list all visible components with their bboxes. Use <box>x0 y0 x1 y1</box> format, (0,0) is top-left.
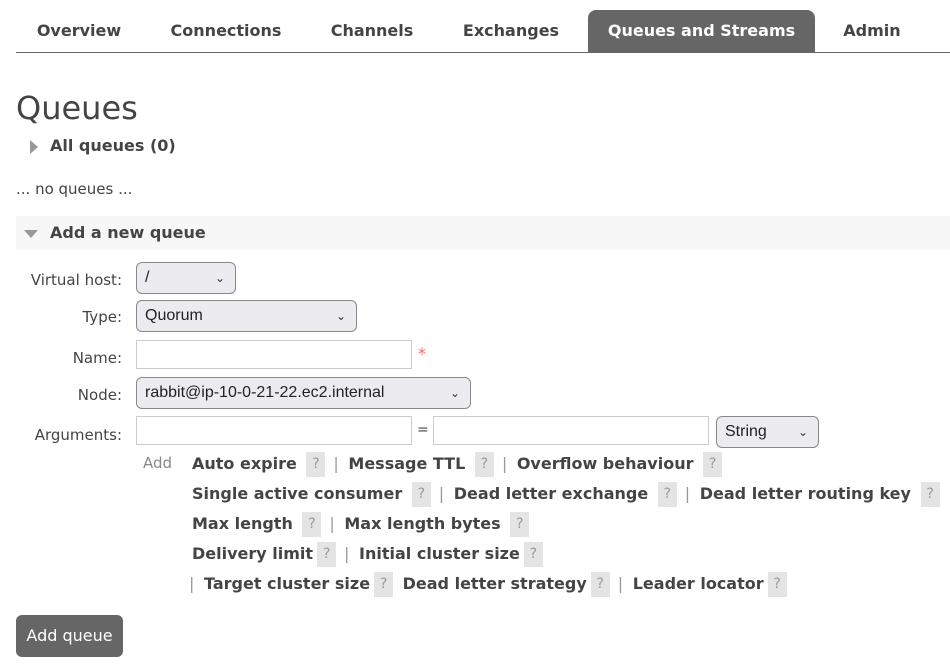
help-icon[interactable]: ? <box>590 572 610 597</box>
vhost-select[interactable]: / ⌄ <box>136 262 236 294</box>
arg-leader-locator[interactable]: Leader locator <box>633 574 764 593</box>
type-value: Quorum <box>145 307 203 324</box>
vhost-value: / <box>145 269 150 286</box>
tab-channels[interactable]: Channels <box>316 10 428 52</box>
all-queues-label: All queues (0) <box>50 136 176 155</box>
help-icon[interactable]: ? <box>703 452 723 477</box>
arg-initial-cluster-size[interactable]: Initial cluster size <box>359 544 520 563</box>
add-queue-toggle[interactable]: Add a new queue <box>24 223 206 242</box>
arg-dead-letter-exchange[interactable]: Dead letter exchange <box>454 484 648 503</box>
argument-shortcuts-row-3: Max length ? | Max length bytes ? <box>192 512 533 537</box>
help-icon[interactable]: ? <box>302 512 322 537</box>
argument-type-select[interactable]: String ⌄ <box>716 416 819 448</box>
collapse-triangle-icon <box>24 229 38 238</box>
help-icon[interactable]: ? <box>411 482 431 507</box>
arg-delivery-limit[interactable]: Delivery limit <box>192 544 313 563</box>
type-label: Type: <box>82 308 122 326</box>
help-icon[interactable]: ? <box>767 572 787 597</box>
argument-shortcuts-row-1: Auto expire ? | Message TTL ? | Overflow b… <box>192 452 726 477</box>
argument-shortcuts-row-4: Delivery limit? | Initial cluster size? <box>192 542 547 567</box>
help-icon[interactable]: ? <box>374 572 394 597</box>
node-label: Node: <box>77 386 122 404</box>
help-icon[interactable]: ? <box>306 452 326 477</box>
chevron-down-icon: ⌄ <box>449 386 460 400</box>
chevron-down-icon: ⌄ <box>797 425 808 439</box>
chevron-down-icon: ⌄ <box>335 309 346 323</box>
tab-connections[interactable]: Connections <box>158 10 294 52</box>
chevron-down-icon: ⌄ <box>214 271 225 285</box>
arg-auto-expire[interactable]: Auto expire <box>192 454 297 473</box>
help-icon[interactable]: ? <box>474 452 494 477</box>
type-select[interactable]: Quorum ⌄ <box>136 300 357 332</box>
arg-dead-letter-routing-key[interactable]: Dead letter routing key <box>700 484 911 503</box>
help-icon[interactable]: ? <box>657 482 677 507</box>
arg-max-length-bytes[interactable]: Max length bytes <box>344 514 500 533</box>
argument-shortcuts-row-2: Single active consumer ? | Dead letter ex… <box>192 482 944 507</box>
arg-target-cluster-size[interactable]: Target cluster size <box>204 574 370 593</box>
help-icon[interactable]: ? <box>523 542 543 567</box>
page-title: Queues <box>16 89 138 127</box>
all-queues-toggle[interactable]: All queues (0) <box>30 136 176 155</box>
argument-shortcuts-row-5: | Target cluster size? Dead letter strat… <box>185 572 791 597</box>
argument-value-input[interactable] <box>433 416 709 445</box>
tab-queues-and-streams[interactable]: Queues and Streams <box>588 10 815 52</box>
help-icon[interactable]: ? <box>317 542 337 567</box>
name-input[interactable] <box>136 340 412 369</box>
add-label: Add <box>143 454 173 472</box>
arg-single-active-consumer[interactable]: Single active consumer <box>192 484 402 503</box>
arg-message-ttl[interactable]: Message TTL <box>348 454 465 473</box>
equals-sign: = <box>417 422 429 438</box>
help-icon[interactable]: ? <box>510 512 530 537</box>
argument-type-value: String <box>725 423 767 440</box>
arguments-label: Arguments: <box>34 426 122 444</box>
tab-overview[interactable]: Overview <box>24 10 134 52</box>
tab-admin[interactable]: Admin <box>831 10 913 52</box>
main-nav-tabs: Overview Connections Channels Exchanges … <box>16 0 950 53</box>
arg-max-length[interactable]: Max length <box>192 514 293 533</box>
vhost-label: Virtual host: <box>30 271 122 289</box>
tab-exchanges[interactable]: Exchanges <box>451 10 571 52</box>
no-queues-text: ... no queues ... <box>16 180 133 198</box>
required-asterisk: * <box>418 344 426 363</box>
arg-dead-letter-strategy[interactable]: Dead letter strategy <box>403 574 587 593</box>
expand-triangle-icon <box>30 139 38 154</box>
add-queue-button[interactable]: Add queue <box>16 615 123 657</box>
arg-overflow-behaviour[interactable]: Overflow behaviour <box>517 454 694 473</box>
name-label: Name: <box>72 349 122 367</box>
node-value: rabbit@ip-10-0-21-22.ec2.internal <box>145 384 385 401</box>
node-select[interactable]: rabbit@ip-10-0-21-22.ec2.internal ⌄ <box>136 377 471 409</box>
add-queue-title: Add a new queue <box>50 223 206 242</box>
help-icon[interactable]: ? <box>920 482 940 507</box>
argument-key-input[interactable] <box>136 416 412 445</box>
